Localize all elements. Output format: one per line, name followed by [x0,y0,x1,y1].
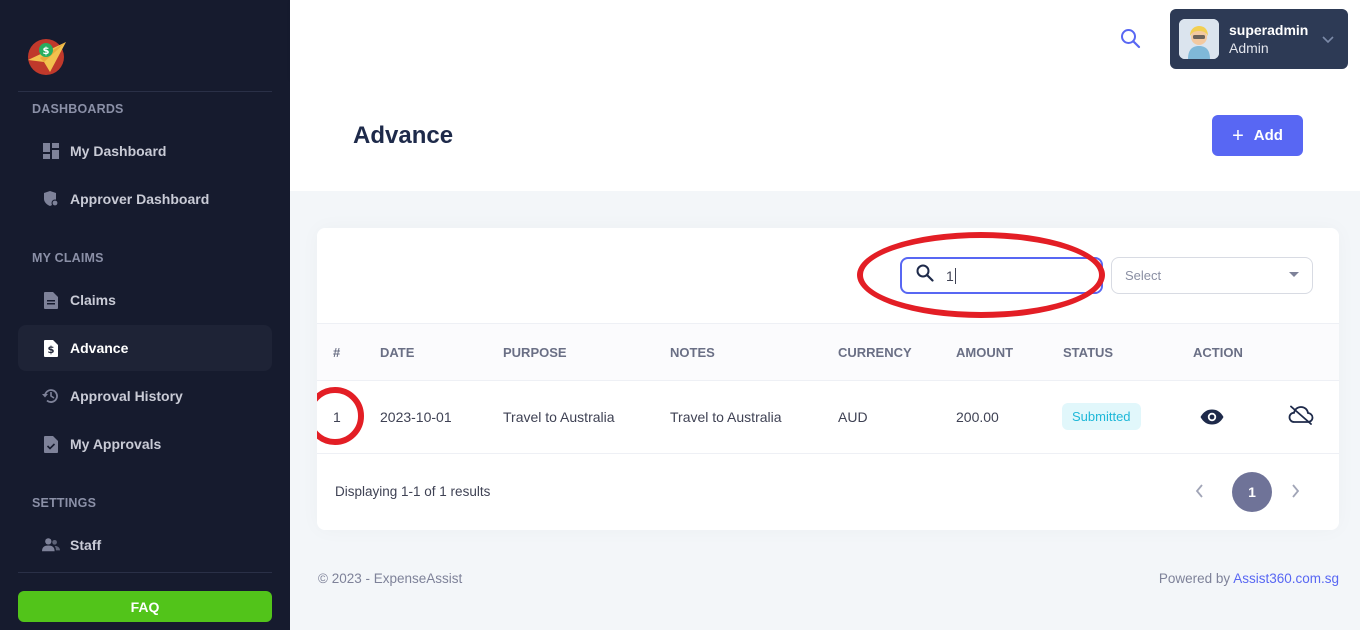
sidebar: $ DASHBOARDS My Dashboard Approver Dashb… [0,0,290,630]
annotation-ellipse [857,232,1105,318]
powered-prefix: Powered by [1158,571,1231,586]
powered-by: Powered by Assist360.com.sg [1159,571,1339,586]
eye-icon[interactable] [1200,409,1224,430]
cell-currency: AUD [838,409,868,425]
column-header: DATE [380,345,415,360]
faq-button[interactable]: FAQ [18,591,272,622]
page-button-current[interactable]: 1 [1232,472,1272,512]
svg-text:$: $ [48,345,55,356]
annotation-circle [317,387,364,445]
select-placeholder: Select [1125,268,1162,283]
cell-amount: 200.00 [956,409,999,425]
column-header: AMOUNT [956,345,1014,360]
search-icon[interactable] [1120,28,1144,52]
sidebar-divider [18,91,272,92]
results-summary: Displaying 1-1 of 1 results [335,484,491,499]
chevron-right-icon[interactable] [1291,483,1301,504]
plus-icon: + [1232,124,1244,147]
user-menu[interactable]: superadmin Admin [1170,9,1348,69]
svg-text:$: $ [43,46,50,57]
user-role: Admin [1229,40,1269,56]
chevron-down-icon [1322,31,1334,49]
sidebar-item-label: Approval History [70,388,183,404]
column-header: NOTES [670,345,715,360]
column-header: ACTION [1193,345,1243,360]
sidebar-item-label: Claims [70,292,116,308]
sidebar-item-staff[interactable]: Staff [18,522,272,568]
cloud-off-icon[interactable] [1288,405,1314,430]
table-header: # DATE PURPOSE NOTES CURRENCY AMOUNT STA… [317,323,1339,381]
section-title-settings: SETTINGS [32,496,97,510]
section-title-my-claims: MY CLAIMS [32,251,104,265]
chevron-left-icon[interactable] [1194,483,1204,504]
powered-link[interactable]: Assist360.com.sg [1233,571,1339,586]
page-title: Advance [353,122,454,149]
user-name: superadmin [1229,22,1309,38]
status-badge: Submitted [1062,403,1141,430]
sidebar-item-label: My Dashboard [70,143,167,159]
sidebar-item-my-dashboard[interactable]: My Dashboard [18,128,272,174]
sidebar-item-label: Staff [70,537,102,553]
top-header: superadmin Admin [290,0,1360,79]
check-document-icon [42,435,60,453]
copyright-text: © 2023 - ExpenseAssist [318,571,463,586]
column-header: STATUS [1063,345,1114,360]
app-logo[interactable]: $ [24,36,68,76]
cell-notes: Travel to Australia [670,409,782,425]
table-row: 1 2023-10-01 Travel to Australia Travel … [317,381,1339,454]
sidebar-item-label: Advance [70,340,129,356]
cell-date: 2023-10-01 [380,409,452,425]
shield-gear-icon [42,190,60,208]
cell-purpose: Travel to Australia [503,409,615,425]
sidebar-item-my-approvals[interactable]: My Approvals [18,421,272,467]
column-header: PURPOSE [503,345,567,360]
page-subheader: Advance + Add [290,79,1360,191]
history-icon [42,387,60,405]
add-button-label: Add [1253,127,1283,144]
dropdown-arrow-icon [1289,272,1299,277]
column-header: # [333,345,341,360]
people-icon [42,536,60,554]
sidebar-item-advance[interactable]: $ Advance [18,325,272,371]
sidebar-divider [18,572,272,573]
sidebar-item-label: My Approvals [70,436,162,452]
avatar [1179,19,1219,59]
sidebar-item-approval-history[interactable]: Approval History [18,373,272,419]
sidebar-item-approver-dashboard[interactable]: Approver Dashboard [18,176,272,222]
column-header: CURRENCY [838,345,912,360]
dollar-document-icon: $ [42,339,60,357]
status-select[interactable]: Select [1111,257,1313,294]
document-icon [42,291,60,309]
sidebar-item-label: Approver Dashboard [70,191,210,207]
add-button[interactable]: + Add [1212,115,1303,156]
sidebar-item-claims[interactable]: Claims [18,277,272,323]
advance-table-card: 1 Select # DATE PURPOSE NOTES CURRENCY A… [317,228,1339,530]
section-title-dashboards: DASHBOARDS [32,102,124,116]
grid-icon [42,142,60,160]
